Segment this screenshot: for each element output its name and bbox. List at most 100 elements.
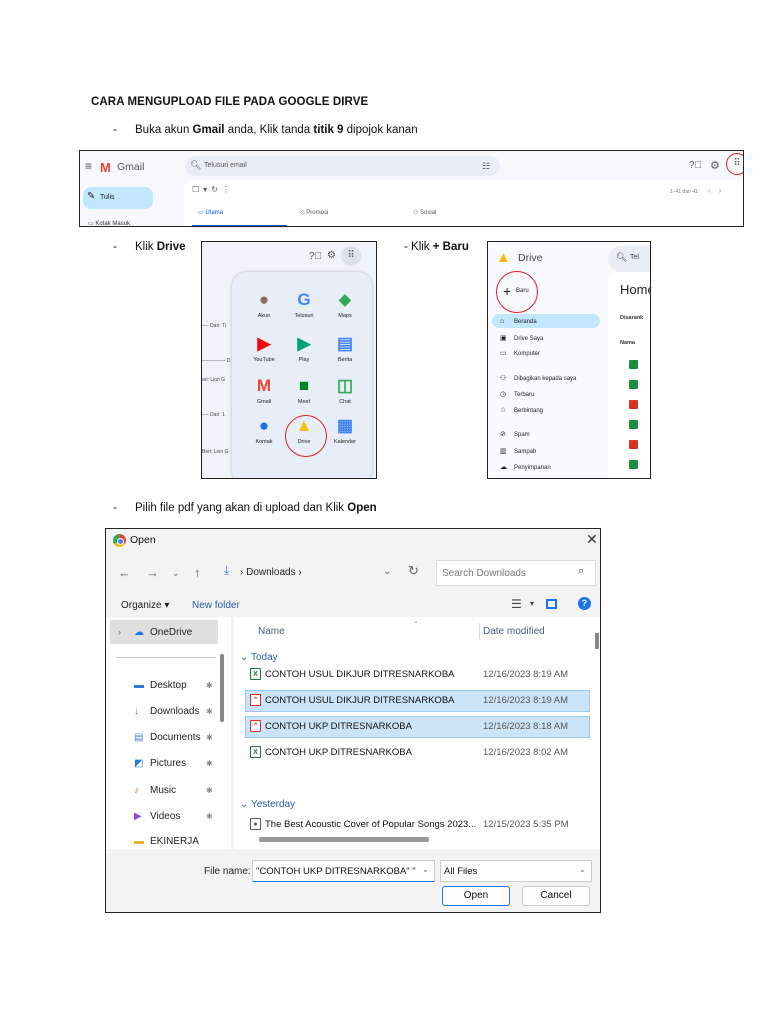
nav-item-downloads[interactable]: ↓ Downloads — [134, 706, 199, 717]
akun-icon: ● — [258, 290, 270, 309]
preview-pane-icon[interactable] — [546, 599, 557, 609]
excel-file-icon: X — [250, 746, 261, 758]
app-maps[interactable]: ⬥ Maps — [323, 289, 367, 319]
email-snippet: ---- Dari: 1 — [202, 412, 225, 418]
gear-icon[interactable]: ⚙ — [710, 159, 720, 172]
forward-icon[interactable]: → — [146, 565, 159, 580]
app-label: Gmail — [256, 399, 272, 405]
drive-nav-komputer[interactable]: ▭ Komputer — [500, 349, 540, 357]
drive-file-icon[interactable] — [629, 380, 638, 389]
drive-nav-sampah[interactable]: ▥ Sampah — [500, 447, 536, 455]
nav-item-ekinerja[interactable]: ▬ EKINERJA — [134, 836, 199, 847]
drive-file-icon[interactable] — [629, 400, 638, 409]
group-today[interactable]: ⌄ Today — [240, 652, 278, 663]
gmail-app-name: Gmail — [117, 161, 145, 173]
chevron-down-icon[interactable]: ⌄ — [383, 566, 391, 577]
app-gmail[interactable]: M Gmail — [242, 375, 286, 405]
chevron-down-icon[interactable]: ⌄ — [579, 865, 586, 874]
close-icon[interactable]: ✕ — [586, 531, 598, 548]
nav-item-music[interactable]: ♪ Music — [134, 785, 176, 796]
drive-file-icon[interactable] — [629, 360, 638, 369]
more-icon[interactable]: ⋮ — [222, 185, 234, 194]
new-folder-button[interactable]: New folder — [192, 600, 240, 611]
drive-nav-berbintang[interactable]: ☆ Berbintang — [500, 406, 543, 414]
recent-dropdown-icon[interactable]: ⌄ — [172, 568, 180, 579]
pictures-icon: ◩ — [134, 758, 144, 769]
drive-nav-label: Komputer — [514, 351, 541, 357]
pin-icon[interactable]: ✱ — [206, 812, 213, 821]
chevron-right-icon[interactable]: › — [118, 627, 121, 637]
nav-item-documents[interactable]: ▤ Documents — [134, 732, 201, 743]
apps-grid-icon[interactable]: ⠿ — [341, 246, 361, 266]
column-header-date[interactable]: Date modified — [483, 626, 545, 637]
drive-file-icon[interactable] — [629, 440, 638, 449]
app-kontak[interactable]: ● Kontak — [242, 415, 286, 445]
back-icon[interactable]: ← — [118, 565, 131, 580]
help-icon[interactable]: ?⃝ — [689, 160, 702, 171]
pin-icon[interactable]: ✱ — [206, 759, 213, 768]
play-icon: ▶ — [297, 334, 311, 353]
tab-sosial[interactable]: ⚇ Sosial — [413, 209, 436, 216]
tab-promosi[interactable]: ◇ Promosi — [300, 209, 328, 216]
downloads-icon: ⤓ — [224, 563, 230, 577]
file-name-label: File name: — [204, 866, 251, 877]
app-label: Chat — [339, 399, 351, 405]
app-telusuri[interactable]: G Telusuri — [282, 289, 326, 319]
gear-icon[interactable]: ⚙ — [327, 250, 336, 261]
drive-nav-spam[interactable]: ⊘ Spam — [500, 430, 530, 438]
nav-item-pictures[interactable]: ◩ Pictures — [134, 758, 186, 769]
drive-nav-dibagikan-kepada-saya[interactable]: ⚇ Dibagikan kepada saya — [500, 374, 576, 382]
gmail-pagination[interactable]: ‹› — [708, 186, 729, 195]
menu-icon[interactable]: ≡ — [85, 159, 92, 173]
refresh-icon[interactable]: ↻ — [408, 563, 419, 579]
checkbox-icon[interactable]: ☐▾ — [192, 185, 211, 194]
pin-icon[interactable]: ✱ — [206, 681, 213, 690]
cancel-button[interactable]: Cancel — [522, 886, 590, 906]
pin-icon[interactable]: ✱ — [206, 786, 213, 795]
apps-grid-icon[interactable]: ⠿ — [726, 153, 743, 175]
drive-home-title: Home — [620, 282, 650, 297]
drive-file-icon[interactable] — [629, 460, 638, 469]
drive-nav-beranda[interactable]: ⌂ Beranda — [500, 318, 537, 325]
drive-nav-drive-saya[interactable]: ▣ Drive Saya — [500, 334, 543, 342]
view-icon[interactable]: ☰ — [511, 597, 522, 611]
filter-icon[interactable]: ☷ — [482, 161, 490, 172]
app-berita[interactable]: ▤ Berita — [323, 333, 367, 363]
inbox-item[interactable]: ▭ Kotak Masuk — [88, 220, 130, 226]
up-icon[interactable]: ↑ — [194, 565, 201, 580]
new-button-label[interactable]: Baru — [516, 288, 529, 294]
pin-icon[interactable]: ✱ — [206, 707, 213, 716]
nav-scrollbar[interactable] — [220, 654, 224, 722]
app-chat[interactable]: ◫ Chat — [323, 375, 367, 405]
chevron-down-icon[interactable]: ⌄ — [422, 865, 429, 874]
app-meet[interactable]: ■ Meet — [282, 375, 326, 405]
app-kalender[interactable]: ▦ Kalender — [323, 415, 367, 445]
column-header-name[interactable]: Name — [258, 626, 285, 637]
drive-nav-penyimpanan[interactable]: ☁ Penyimpanan — [500, 463, 551, 471]
open-button[interactable]: Open — [442, 886, 510, 906]
search-icon: 🔍︎ — [616, 252, 628, 262]
app-youtube[interactable]: ▶ YouTube — [242, 333, 286, 363]
tab-utama[interactable]: ▭ Utama — [198, 209, 223, 216]
organize-button[interactable]: Organize ▾ — [121, 600, 169, 611]
help-icon[interactable]: ? — [578, 597, 591, 610]
nav-item-onedrive[interactable]: ☁ OneDrive — [134, 627, 192, 638]
refresh-icon[interactable]: ↻ — [211, 185, 222, 194]
sort-indicator-icon: ⌄ — [413, 618, 419, 625]
group-yesterday[interactable]: ⌄ Yesterday — [240, 799, 295, 810]
file-list-scrollbar[interactable] — [595, 633, 599, 649]
search-icon: 🔍︎ — [190, 160, 202, 170]
nav-item-videos[interactable]: ▶ Videos — [134, 811, 180, 822]
kontak-icon: ● — [258, 416, 270, 435]
pdf-file-icon: ⌃ — [250, 694, 261, 706]
help-icon[interactable]: ?⃝ — [309, 251, 322, 262]
drive-file-icon[interactable] — [629, 420, 638, 429]
view-dropdown-icon[interactable]: ▾ — [530, 599, 534, 608]
pin-icon[interactable]: ✱ — [206, 733, 213, 742]
plus-icon[interactable]: + — [503, 283, 511, 299]
horizontal-scrollbar[interactable] — [259, 837, 429, 842]
nav-item-desktop[interactable]: ▬ Desktop — [134, 680, 187, 691]
drive-nav-terbaru[interactable]: ◷ Terbaru — [500, 390, 534, 398]
app-akun[interactable]: ● Akun — [242, 289, 286, 319]
app-play[interactable]: ▶ Play — [282, 333, 326, 363]
